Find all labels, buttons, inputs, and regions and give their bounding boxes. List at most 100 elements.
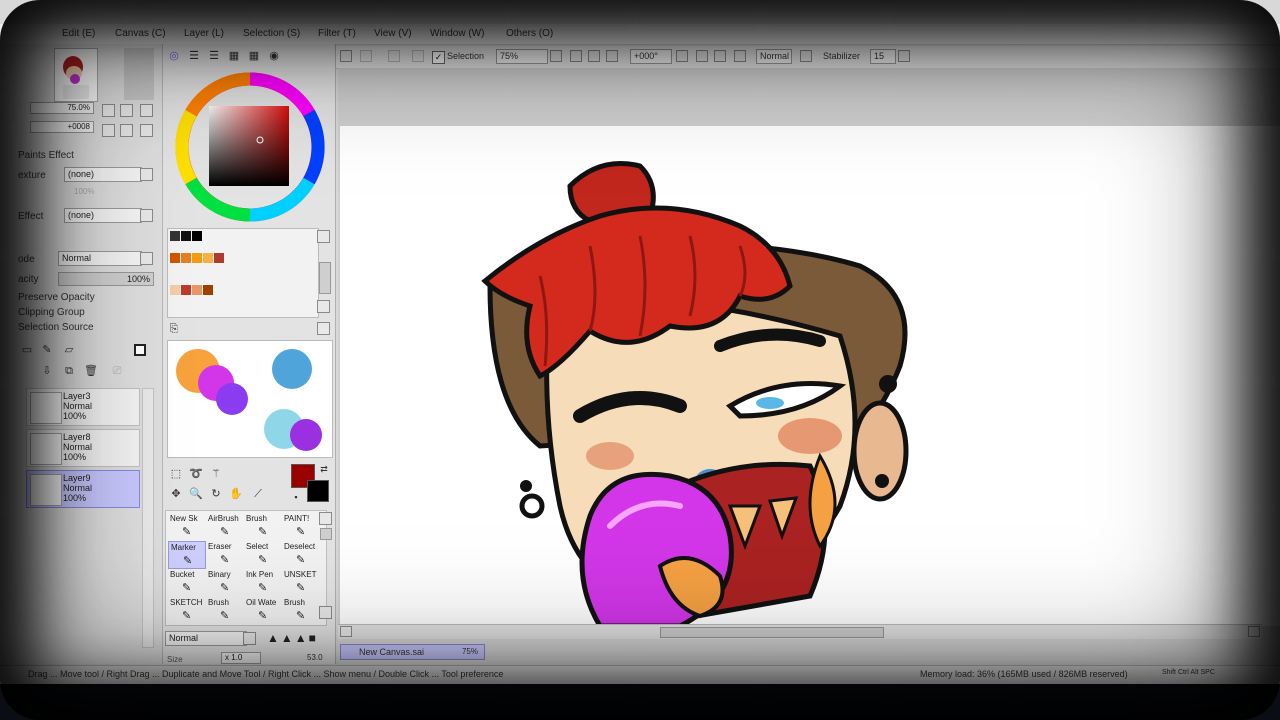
rotate-right-icon[interactable]	[696, 50, 708, 62]
color-swatch[interactable]	[181, 231, 191, 241]
new-linework-layer-icon[interactable]: ✎	[40, 343, 54, 357]
mode-dropdown-icon[interactable]	[140, 252, 153, 265]
brush-tool-paint[interactable]: PAINT! ✎	[282, 513, 320, 541]
tool-scroll-up-icon[interactable]	[319, 512, 332, 525]
clear-layer-icon[interactable]: ⎚	[110, 364, 124, 378]
selection-source-checkbox[interactable]: Selection Source	[18, 322, 94, 333]
stabilizer-value[interactable]: 15	[870, 49, 896, 64]
brush-tool-unsket[interactable]: UNSKET ✎	[282, 569, 320, 597]
brush-size-multiplier[interactable]: x 1.0	[221, 652, 261, 664]
tool-scroll-thumb[interactable]	[320, 528, 332, 540]
transfer-down-icon[interactable]: ⇩	[40, 364, 54, 378]
color-swatch[interactable]	[214, 253, 224, 263]
magic-wand-icon[interactable]: ⚚	[209, 467, 223, 481]
delete-layer-icon[interactable]: 🗑	[84, 364, 98, 378]
trim-icon[interactable]	[412, 50, 424, 62]
color-swatch[interactable]	[203, 253, 213, 263]
new-layer-icon[interactable]: ▭	[20, 343, 34, 357]
move-icon[interactable]: ✥	[169, 487, 183, 501]
brush-tool-binary[interactable]: Binary ✎	[206, 569, 244, 597]
color-wheel-icon[interactable]: ◎	[167, 49, 181, 63]
color-swatch[interactable]	[192, 285, 202, 295]
brush-tool-airbrush[interactable]: AirBrush ✎	[206, 513, 244, 541]
brush-tool-eraser[interactable]: Eraser ✎	[206, 541, 244, 569]
rotation-field[interactable]: +000°	[630, 49, 672, 64]
color-swatch[interactable]	[181, 285, 191, 295]
brush-tool-brush[interactable]: Brush ✎	[282, 597, 320, 625]
zoom-in-icon[interactable]	[588, 50, 600, 62]
zoom-in-icon[interactable]	[120, 104, 133, 117]
secondary-color-swatch[interactable]	[307, 480, 329, 502]
new-folder-icon[interactable]: ▱	[62, 343, 76, 357]
layer-row[interactable]: Layer8 Normal 100%	[26, 429, 140, 467]
crop-icon[interactable]	[340, 50, 352, 62]
scratchpad-icon[interactable]: ◉	[267, 49, 281, 63]
brush-tool-deselect[interactable]: Deselect ✎	[282, 541, 320, 569]
horizontal-scroll-thumb[interactable]	[660, 627, 884, 638]
rotate-reset-icon[interactable]	[140, 124, 153, 137]
menu-window[interactable]: Window (W)	[430, 28, 484, 39]
rotate-icon[interactable]: ↻	[209, 487, 223, 501]
layer-scrollbar[interactable]	[142, 388, 154, 648]
scroll-left-icon[interactable]	[340, 626, 352, 637]
color-swatch[interactable]	[203, 285, 213, 295]
texture-select[interactable]: (none)	[64, 167, 142, 182]
rotate-left-icon[interactable]	[102, 124, 115, 137]
clipping-group-checkbox[interactable]: Clipping Group	[18, 307, 85, 318]
selection-checkbox[interactable]: ✓	[432, 51, 445, 64]
layer-row-selected[interactable]: Layer9 Normal 100%	[26, 470, 140, 508]
menu-edit[interactable]: Edit (E)	[62, 28, 95, 39]
redo-icon[interactable]	[388, 50, 400, 62]
menu-filter[interactable]: Filter (T)	[318, 28, 356, 39]
brush-mode-select[interactable]: Normal	[165, 631, 247, 646]
navigator-zoom[interactable]: 75.0%	[30, 102, 94, 114]
swatch-scroll-up-icon[interactable]	[317, 230, 330, 243]
brush-shape-icons[interactable]: ▲▲▲■	[267, 632, 318, 644]
color-swatch[interactable]	[181, 253, 191, 263]
color-swatch[interactable]	[192, 253, 202, 263]
user-swatch-icon[interactable]: ▦	[247, 49, 261, 63]
brush-tool-ink-pen[interactable]: Ink Pen ✎	[244, 569, 282, 597]
texture-dropdown-icon[interactable]	[140, 168, 153, 181]
brush-tool-brush[interactable]: Brush ✎	[244, 513, 282, 541]
color-wheel[interactable]	[173, 70, 327, 224]
hand-icon[interactable]: ✋	[229, 487, 243, 501]
scratchpad-clear-icon[interactable]	[317, 322, 330, 335]
opacity-slider[interactable]: 100%	[58, 272, 154, 286]
tool-scroll-down-icon[interactable]	[319, 606, 332, 619]
undo-icon[interactable]	[360, 50, 372, 62]
reset-colors-icon[interactable]: ▪	[289, 490, 303, 504]
zoom-select[interactable]: 75%	[496, 49, 548, 64]
menu-selection[interactable]: Selection (S)	[243, 28, 300, 39]
rotate-left-icon[interactable]	[676, 50, 688, 62]
color-swatch[interactable]	[170, 231, 180, 241]
swatch-grid[interactable]	[167, 228, 319, 318]
brush-tool-new-sk[interactable]: New Sk ✎	[168, 513, 206, 541]
layer-row[interactable]: Layer3 Normal 100%	[26, 388, 140, 426]
flip-icon[interactable]	[734, 50, 746, 62]
stabilizer-dropdown-icon[interactable]	[898, 50, 910, 62]
layer-mode-select[interactable]: Normal	[58, 251, 142, 266]
brush-tool-sketch[interactable]: SKETCH ✎	[168, 597, 206, 625]
eyedropper-icon[interactable]: ⟋	[251, 487, 265, 501]
menu-others[interactable]: Others (O)	[506, 28, 553, 39]
swatches-icon[interactable]: ▦	[227, 49, 241, 63]
menu-layer[interactable]: Layer (L)	[184, 28, 224, 39]
zoom-out-icon[interactable]	[102, 104, 115, 117]
rotate-right-icon[interactable]	[120, 124, 133, 137]
merge-icon[interactable]: ⧉	[62, 364, 76, 378]
preserve-opacity-checkbox[interactable]: Preserve Opacity	[18, 292, 95, 303]
zoom-reset-icon[interactable]	[140, 104, 153, 117]
brush-tool-oil-wate[interactable]: Oil Wate ✎	[244, 597, 282, 625]
zoom-reset-icon[interactable]	[606, 50, 618, 62]
navigator-preview[interactable]	[54, 48, 98, 102]
zoom-out-icon[interactable]	[570, 50, 582, 62]
brush-mode-dropdown-icon[interactable]	[243, 632, 256, 645]
brush-tool-marker[interactable]: Marker ✎	[168, 541, 206, 569]
rotate-reset-icon[interactable]	[714, 50, 726, 62]
navigator-angle[interactable]: +0008	[30, 121, 94, 133]
scratchpad[interactable]	[167, 340, 333, 458]
rect-select-icon[interactable]: ⬚	[169, 467, 183, 481]
menu-canvas[interactable]: Canvas (C)	[115, 28, 166, 39]
swatch-scroll-down-icon[interactable]	[317, 300, 330, 313]
